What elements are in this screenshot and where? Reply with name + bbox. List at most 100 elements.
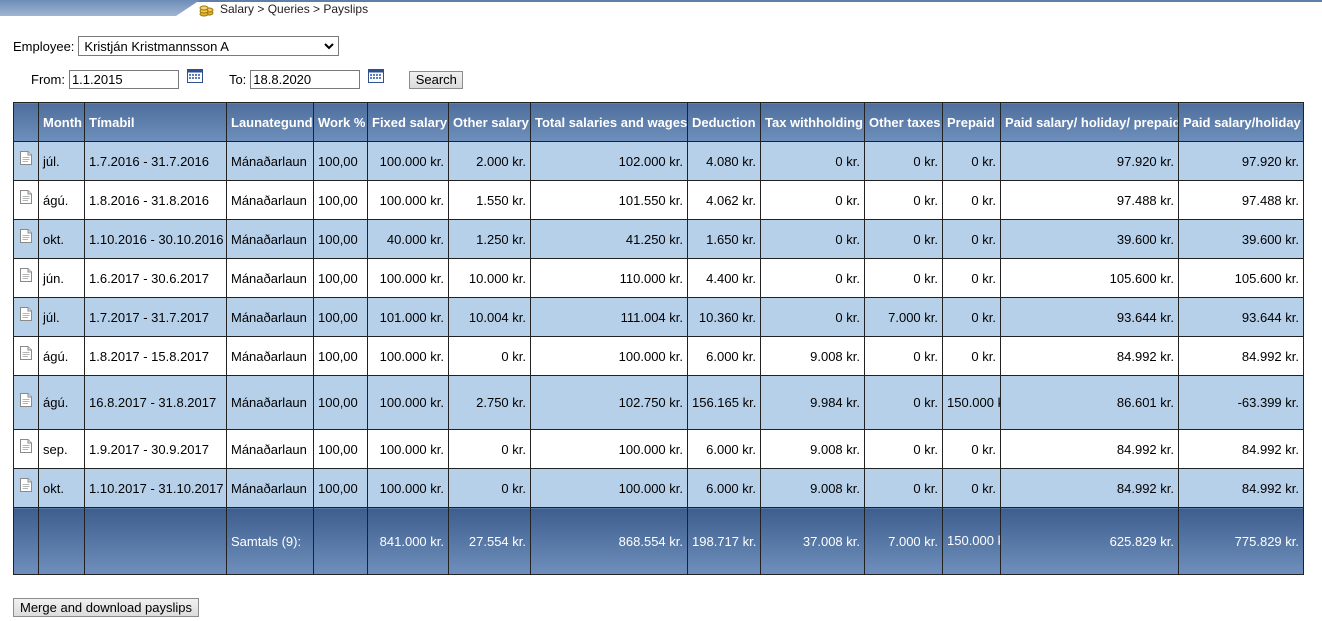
cell-tax-withholding: 0 kr. (760, 219, 865, 259)
cell-total: 100.000 kr. (530, 468, 688, 508)
totals-paid-holiday: 775.829 kr. (1178, 507, 1304, 575)
cell-prepaid: 0 kr. (942, 336, 1001, 376)
totals-other-taxes: 7.000 kr. (864, 507, 943, 575)
cell-doc (13, 219, 39, 259)
cell-doc (13, 336, 39, 376)
document-icon[interactable] (20, 392, 32, 407)
employee-row: Employee: Kristján Kristmannsson A (13, 36, 340, 56)
col-header[interactable]: Work % (313, 102, 368, 142)
cell-paid-holiday: 105.600 kr. (1178, 258, 1304, 298)
col-header[interactable]: Paid salary/ holiday/ prepaid (1000, 102, 1179, 142)
cell-other: 2.750 kr. (448, 375, 531, 430)
col-header[interactable]: Prepaid (942, 102, 1001, 142)
cell-total: 102.000 kr. (530, 141, 688, 181)
merge-download-button[interactable]: Merge and download payslips (13, 598, 199, 617)
cell-other-taxes: 0 kr. (864, 336, 943, 376)
totals-other: 27.554 kr. (448, 507, 531, 575)
table-row: sep. 1.9.2017 - 30.9.2017 Mánaðarlaun 100,0… (13, 429, 1304, 469)
cell-other-taxes: 0 kr. (864, 180, 943, 220)
cell-type: Mánaðarlaun (226, 297, 314, 337)
cell-paid-holiday: 84.992 kr. (1178, 336, 1304, 376)
cell-prepaid: 150.000 kr. (942, 375, 1001, 430)
cell-other-taxes: 7.000 kr. (864, 297, 943, 337)
calendar-icon[interactable] (368, 68, 385, 83)
cell-paid-holiday: -63.399 kr. (1178, 375, 1304, 430)
cell-total: 100.000 kr. (530, 336, 688, 376)
document-icon[interactable] (20, 346, 32, 360)
cell-other: 0 kr. (448, 429, 531, 469)
cell-work: 100,00 (313, 336, 368, 376)
cell-type: Mánaðarlaun (226, 336, 314, 376)
document-icon[interactable] (20, 268, 32, 282)
cell-other: 0 kr. (448, 468, 531, 508)
cell-fixed: 101.000 kr. (367, 297, 449, 337)
cell-paid-holiday-prepaid: 97.488 kr. (1000, 180, 1179, 220)
col-header[interactable]: Tax withholding (760, 102, 865, 142)
from-date-input[interactable]: 1.1.2015 (68, 70, 179, 89)
col-header[interactable]: Fixed salary (367, 102, 449, 142)
cell-total: 41.250 kr. (530, 219, 688, 259)
cell-other-taxes: 0 kr. (864, 141, 943, 181)
col-header[interactable]: Month (38, 102, 85, 142)
col-header[interactable]: Total salaries and wages (530, 102, 688, 142)
cell-other: 1.550 kr. (448, 180, 531, 220)
cell-prepaid: 0 kr. (942, 429, 1001, 469)
cell-doc (13, 258, 39, 298)
cell-other: 10.004 kr. (448, 297, 531, 337)
cell-deduction: 156.165 kr. (687, 375, 761, 430)
cell-deduction: 4.400 kr. (687, 258, 761, 298)
col-header[interactable]: Other salary (448, 102, 531, 142)
col-header-icon (13, 102, 39, 142)
cell-fixed: 100.000 kr. (367, 141, 449, 181)
table-row: júl. 1.7.2017 - 31.7.2017 Mánaðarlaun 100,0… (13, 297, 1304, 337)
cell-paid-holiday: 97.920 kr. (1178, 141, 1304, 181)
totals-fixed: 841.000 kr. (367, 507, 449, 575)
coins-icon (199, 5, 214, 17)
cell-other-taxes: 0 kr. (864, 429, 943, 469)
cell-month: okt. (38, 468, 85, 508)
col-header[interactable]: Tímabil (84, 102, 227, 142)
cell-paid-holiday-prepaid: 84.992 kr. (1000, 336, 1179, 376)
cell-other: 2.000 kr. (448, 141, 531, 181)
cell-fixed: 40.000 kr. (367, 219, 449, 259)
cell-other-taxes: 0 kr. (864, 375, 943, 430)
cell-tax-withholding: 0 kr. (760, 180, 865, 220)
cell-total: 111.004 kr. (530, 297, 688, 337)
cell-total: 102.750 kr. (530, 375, 688, 430)
cell-prepaid: 0 kr. (942, 219, 1001, 259)
document-icon[interactable] (20, 439, 32, 453)
cell-prepaid: 0 kr. (942, 258, 1001, 298)
cell-prepaid: 0 kr. (942, 297, 1001, 337)
document-icon[interactable] (20, 478, 32, 492)
cell-doc (13, 180, 39, 220)
cell-doc (13, 429, 39, 469)
calendar-icon[interactable] (186, 68, 203, 83)
cell-month: júl. (38, 141, 85, 181)
employee-select[interactable]: Kristján Kristmannsson A (78, 36, 340, 56)
breadcrumb-text[interactable]: Salary > Queries > Payslips (220, 2, 368, 16)
cell-fixed: 100.000 kr. (367, 468, 449, 508)
col-header[interactable]: Other taxes (864, 102, 943, 142)
cell-work: 100,00 (313, 258, 368, 298)
col-header[interactable]: Deduction (687, 102, 761, 142)
cell-period: 1.10.2017 - 31.10.2017 (84, 468, 227, 508)
cell-month: ágú. (38, 180, 85, 220)
to-date-input[interactable]: 18.8.2020 (250, 70, 361, 89)
document-icon[interactable] (20, 151, 32, 165)
cell-tax-withholding: 0 kr. (760, 258, 865, 298)
col-header[interactable]: Paid salary/holiday (1178, 102, 1304, 142)
document-icon[interactable] (20, 229, 32, 243)
cell-other: 1.250 kr. (448, 219, 531, 259)
document-icon[interactable] (20, 190, 32, 204)
cell-paid-holiday-prepaid: 39.600 kr. (1000, 219, 1179, 259)
cell-work: 100,00 (313, 375, 368, 430)
cell-month: okt. (38, 219, 85, 259)
cell-other: 0 kr. (448, 336, 531, 376)
cell-period: 1.8.2016 - 31.8.2016 (84, 180, 227, 220)
cell-type: Mánaðarlaun (226, 375, 314, 430)
col-header[interactable]: Launategund (226, 102, 314, 142)
cell-tax-withholding: 0 kr. (760, 297, 865, 337)
cell-paid-holiday: 84.992 kr. (1178, 468, 1304, 508)
search-button[interactable]: Search (409, 70, 464, 89)
document-icon[interactable] (20, 307, 32, 321)
